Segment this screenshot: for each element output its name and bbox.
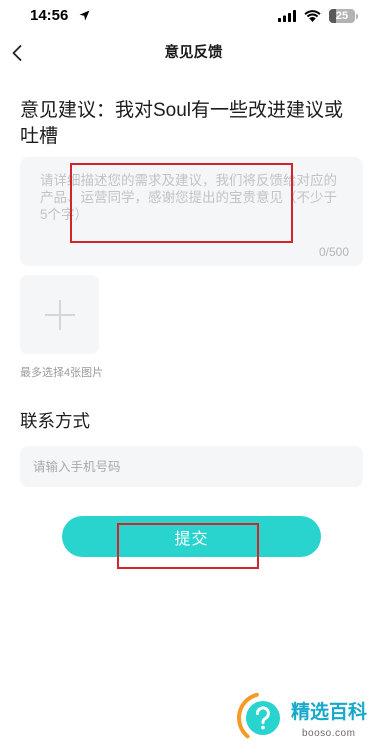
feedback-textarea[interactable] [20, 157, 363, 266]
watermark-brand: 精选百科 [291, 702, 368, 723]
battery-nub [356, 14, 358, 19]
phone-input[interactable] [20, 446, 363, 487]
page-title: 意见反馈 [164, 45, 223, 61]
location-arrow-icon [79, 10, 90, 21]
battery-percent: 25 [335, 10, 349, 22]
question-mark-icon [237, 692, 280, 739]
plus-icon [44, 299, 75, 330]
watermark-domain: booso.com [302, 728, 356, 739]
battery-icon: 25 [329, 9, 355, 23]
char-counter: 0/500 [318, 245, 349, 259]
image-limit-hint: 最多选择4张图片 [20, 367, 104, 379]
status-bar: 14:56 25 [0, 0, 387, 34]
cellular-signal-icon [278, 10, 296, 22]
status-time: 14:56 [30, 7, 69, 24]
wifi-icon [304, 10, 321, 22]
contact-heading: 联系方式 [20, 411, 90, 431]
add-image-button[interactable] [20, 275, 99, 354]
submit-button[interactable]: 提交 [62, 516, 321, 557]
feedback-box: 0/500 [20, 157, 363, 266]
feedback-heading: 意见建议：我对Soul有一些改进建议或吐槽 [20, 100, 344, 147]
